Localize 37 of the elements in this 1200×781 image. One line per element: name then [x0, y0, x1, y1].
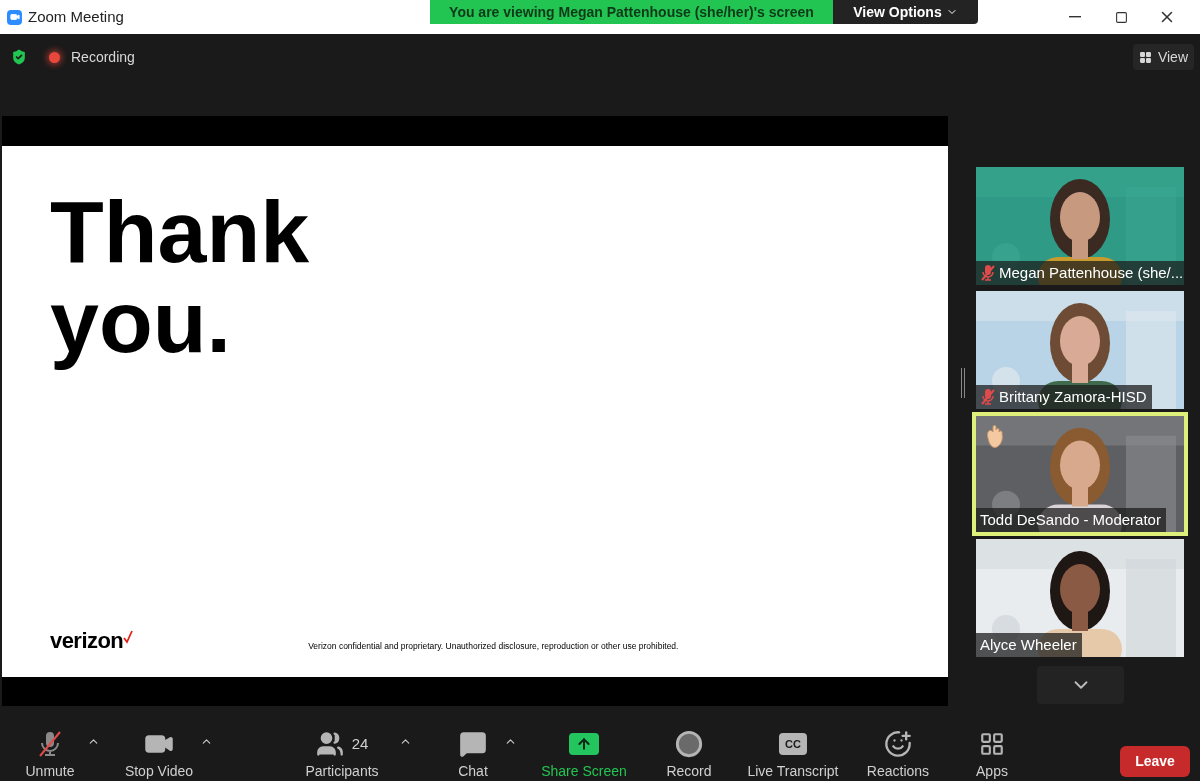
share-button[interactable]: Share Screen [536, 730, 632, 779]
chat-button[interactable]: Chat [443, 730, 503, 779]
closed-captions-icon: CC [779, 733, 807, 755]
mic-button[interactable]: Unmute [14, 730, 86, 779]
record-icon [675, 730, 703, 758]
resize-handle[interactable] [961, 368, 965, 398]
reactions-button[interactable]: Reactions [858, 730, 938, 779]
transcript-button[interactable]: CC Live Transcript [741, 730, 845, 779]
grid-icon [1138, 50, 1152, 64]
participant-name-label: Todd DeSando - Moderator [976, 508, 1166, 532]
participant-name-label: Megan Pattenhouse (she/... [976, 261, 1184, 285]
maximize-icon [1114, 10, 1128, 24]
share-banner: You are viewing Megan Pattenhouse (she/her)'s screen [430, 0, 833, 24]
view-button[interactable]: View [1132, 44, 1194, 70]
muted-microphone-icon [980, 264, 996, 282]
video-button[interactable]: Stop Video [119, 730, 199, 779]
leave-button[interactable]: Leave [1120, 746, 1190, 777]
apps-icon [979, 731, 1005, 757]
window-title: Zoom Meeting [28, 6, 124, 27]
participant-count: 24 [351, 733, 369, 754]
muted-microphone-icon [980, 388, 996, 406]
participants-button[interactable]: 24 Participants [300, 730, 384, 779]
confidentiality-notice: Verizon confidential and proprietary. Unauthorized disclosure, reproduction or other use prohibited. [308, 640, 679, 653]
verizon-logo: verizon [50, 630, 134, 652]
minimize-icon [1069, 16, 1081, 18]
people-icon [315, 730, 344, 758]
participant-name-label: Alyce Wheeler [976, 633, 1082, 657]
muted-microphone-icon [37, 730, 63, 758]
recording-label: Recording [71, 47, 135, 67]
slide-heading: Thank [50, 187, 311, 277]
apps-button[interactable]: Apps [962, 730, 1022, 779]
record-button[interactable]: Record [654, 730, 724, 779]
participant-name-label: Brittany Zamora-HISD [976, 385, 1152, 409]
smiley-plus-icon [884, 730, 912, 758]
zoom-camera-icon [7, 9, 22, 25]
view-options-button[interactable]: View Options [833, 0, 978, 24]
chat-bubble-icon [459, 730, 487, 758]
